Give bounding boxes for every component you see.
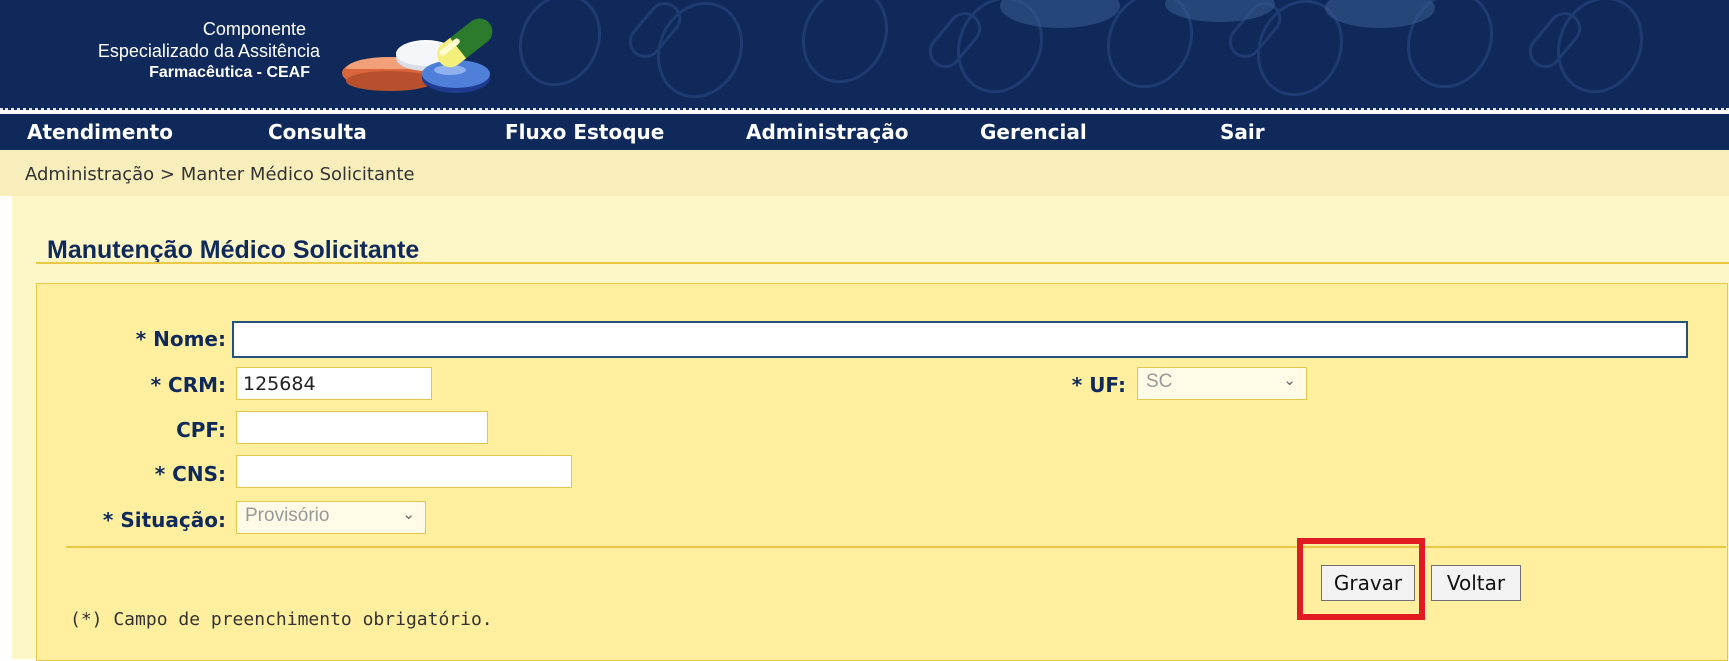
breadcrumb-bar: Administração > Manter Médico Solicitant… bbox=[0, 150, 1729, 196]
cns-input[interactable] bbox=[236, 455, 572, 488]
crm-input[interactable] bbox=[236, 367, 432, 400]
header-banner: Componente Especializado da Assitência F… bbox=[0, 0, 1729, 110]
menu-item-consulta[interactable]: Consulta bbox=[268, 120, 367, 144]
logo-text: Componente Especializado da Assitência F… bbox=[0, 18, 320, 84]
required-fields-note: (*) Campo de preenchimento obrigatório. bbox=[70, 609, 493, 630]
logo-line-3: Farmacêutica - CEAF bbox=[149, 64, 310, 81]
cpf-label: CPF: bbox=[176, 418, 226, 442]
uf-select-value: SC bbox=[1146, 371, 1173, 392]
crm-label: * CRM: bbox=[150, 373, 226, 397]
page-title: Manutenção Médico Solicitante bbox=[47, 236, 420, 264]
voltar-button[interactable]: Voltar bbox=[1431, 565, 1521, 601]
logo-line-1: Componente bbox=[202, 19, 306, 39]
header-divider bbox=[0, 108, 1729, 110]
menu-item-administracao[interactable]: Administração bbox=[746, 120, 909, 144]
top-menu: Atendimento Consulta Fluxo Estoque Admin… bbox=[0, 114, 1729, 150]
chevron-down-icon: ⌄ bbox=[1283, 372, 1296, 389]
title-divider bbox=[36, 262, 1729, 264]
gravar-button[interactable]: Gravar bbox=[1321, 565, 1415, 601]
cns-label: * CNS: bbox=[154, 462, 226, 486]
cpf-input[interactable] bbox=[236, 411, 488, 444]
menu-item-atendimento[interactable]: Atendimento bbox=[27, 120, 173, 144]
menu-item-sair[interactable]: Sair bbox=[1220, 120, 1265, 144]
nome-label: * Nome: bbox=[135, 327, 226, 351]
nome-input[interactable] bbox=[232, 321, 1688, 358]
uf-label: * UF: bbox=[1071, 373, 1126, 397]
situacao-select[interactable]: Provisório ⌄ bbox=[236, 501, 426, 534]
menu-item-fluxo-estoque[interactable]: Fluxo Estoque bbox=[505, 120, 664, 144]
situacao-select-value: Provisório bbox=[245, 505, 330, 526]
content-left-edge bbox=[0, 196, 12, 659]
chevron-down-icon: ⌄ bbox=[402, 506, 415, 523]
logo-line-2: Especializado da Assitência bbox=[97, 41, 320, 61]
form-divider bbox=[66, 546, 1726, 548]
situacao-label: * Situação: bbox=[102, 508, 226, 532]
page: Componente Especializado da Assitência F… bbox=[0, 0, 1729, 661]
pills-logo bbox=[342, 18, 493, 93]
breadcrumb: Administração > Manter Médico Solicitant… bbox=[25, 164, 415, 185]
menu-item-gerencial[interactable]: Gerencial bbox=[980, 120, 1087, 144]
uf-select[interactable]: SC ⌄ bbox=[1137, 367, 1307, 400]
